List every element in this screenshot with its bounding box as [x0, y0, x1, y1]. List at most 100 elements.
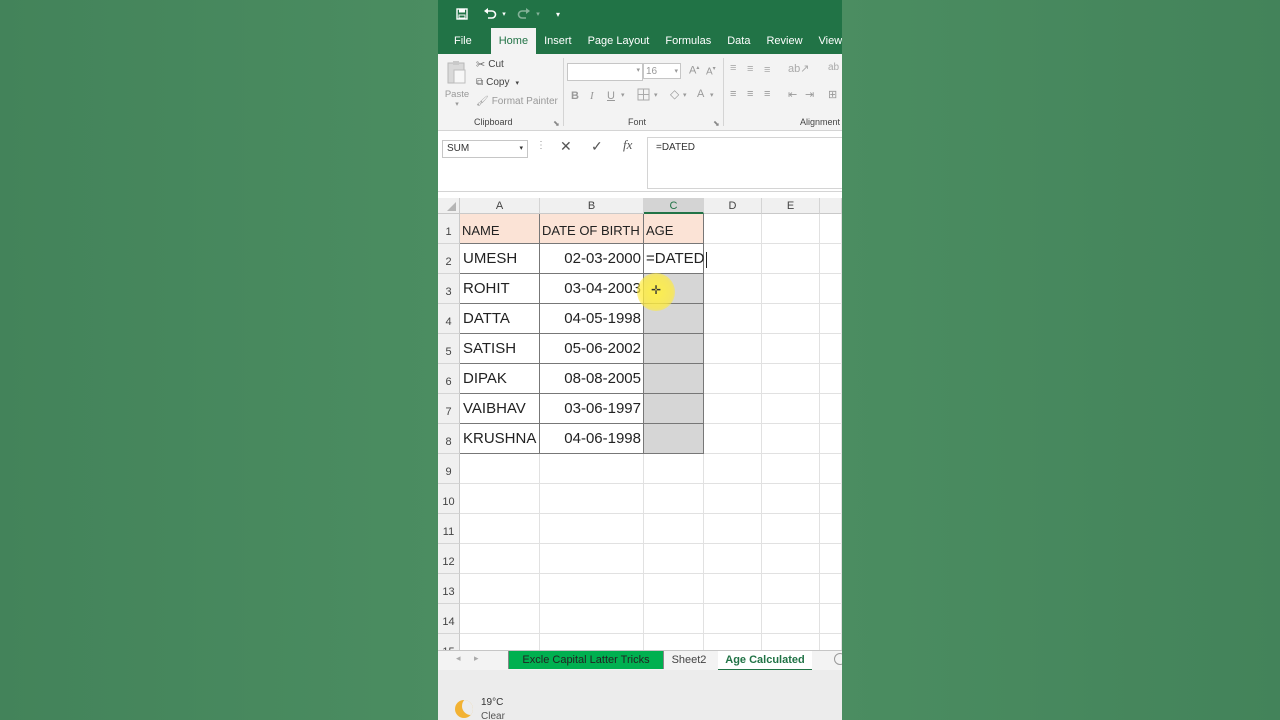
cell-e15[interactable] [762, 634, 820, 650]
confirm-entry-icon[interactable]: ✓ [591, 138, 603, 155]
cell-e6[interactable] [762, 364, 820, 394]
cell-f2[interactable] [820, 244, 842, 274]
cell-a10[interactable] [460, 484, 540, 514]
cell-d14[interactable] [704, 604, 762, 634]
cell-f11[interactable] [820, 514, 842, 544]
align-center-icon[interactable]: ≡ [747, 88, 753, 100]
row-header-9[interactable]: 9 [438, 454, 460, 484]
formula-input[interactable]: =DATED [647, 137, 842, 189]
cell-a6[interactable]: DIPAK [460, 364, 540, 394]
cell-d11[interactable] [704, 514, 762, 544]
cell-f13[interactable] [820, 574, 842, 604]
worksheet-grid[interactable]: A B C D E 1 NAME DATE OF BIRTH AGE 2 UMESH 02-… [438, 198, 842, 650]
font-size-select[interactable]: 16 ▾ [643, 63, 681, 79]
cell-d12[interactable] [704, 544, 762, 574]
orientation-icon[interactable]: ab↗ [788, 62, 809, 75]
column-header-d[interactable]: D [704, 198, 762, 214]
cell-a12[interactable] [460, 544, 540, 574]
sheet-tab-age-calculated[interactable]: Age Calculated [718, 651, 812, 671]
cell-c11[interactable] [644, 514, 704, 544]
cell-d7[interactable] [704, 394, 762, 424]
copy-button[interactable]: ⧉ Copy ▾ [476, 77, 519, 88]
cell-a5[interactable]: SATISH [460, 334, 540, 364]
cell-e9[interactable] [762, 454, 820, 484]
column-header-b[interactable]: B [540, 198, 644, 214]
sheet-tab-excle-capital-latter-tricks[interactable]: Excle Capital Latter Tricks [508, 651, 664, 669]
cell-d15[interactable] [704, 634, 762, 650]
tab-home[interactable]: Home [490, 28, 537, 54]
row-header-4[interactable]: 4 [438, 304, 460, 334]
cell-c8[interactable] [644, 424, 704, 454]
cell-e5[interactable] [762, 334, 820, 364]
row-header-8[interactable]: 8 [438, 424, 460, 454]
borders-dropdown-icon[interactable]: ▾ [654, 91, 658, 99]
increase-font-icon[interactable]: A▴ [689, 64, 699, 77]
cell-c5[interactable] [644, 334, 704, 364]
fill-color-dropdown-icon[interactable]: ▾ [683, 91, 687, 99]
tab-data[interactable]: Data [719, 28, 758, 54]
font-name-select[interactable]: ▾ [567, 63, 643, 81]
cell-e7[interactable] [762, 394, 820, 424]
tab-file[interactable]: File [438, 28, 488, 54]
cell-e13[interactable] [762, 574, 820, 604]
middle-align-icon[interactable]: ≡ [747, 63, 753, 75]
cell-f14[interactable] [820, 604, 842, 634]
row-header-10[interactable]: 10 [438, 484, 460, 514]
cell-a13[interactable] [460, 574, 540, 604]
row-header-5[interactable]: 5 [438, 334, 460, 364]
cell-e2[interactable] [762, 244, 820, 274]
cell-e4[interactable] [762, 304, 820, 334]
decrease-indent-icon[interactable]: ⇤ [788, 88, 797, 101]
cell-f7[interactable] [820, 394, 842, 424]
cell-b13[interactable] [540, 574, 644, 604]
cell-a2[interactable]: UMESH [460, 244, 540, 274]
save-icon[interactable] [452, 4, 472, 24]
cell-b14[interactable] [540, 604, 644, 634]
cell-d9[interactable] [704, 454, 762, 484]
cell-c15[interactable] [644, 634, 704, 650]
undo-icon[interactable] [480, 4, 500, 24]
cell-f1[interactable] [820, 214, 842, 244]
increase-indent-icon[interactable]: ⇥ [805, 88, 814, 101]
cell-e8[interactable] [762, 424, 820, 454]
tab-view[interactable]: View [811, 28, 842, 54]
cell-a4[interactable]: DATTA [460, 304, 540, 334]
decrease-font-icon[interactable]: A▾ [706, 65, 716, 77]
cell-a3[interactable]: ROHIT [460, 274, 540, 304]
cell-f10[interactable] [820, 484, 842, 514]
cell-b5[interactable]: 05-06-2002 [540, 334, 644, 364]
cell-b10[interactable] [540, 484, 644, 514]
name-box-dropdown-icon[interactable]: ▾ [519, 141, 523, 157]
cell-a1[interactable]: NAME [460, 214, 540, 244]
cell-b6[interactable]: 08-08-2005 [540, 364, 644, 394]
cell-a8[interactable]: KRUSHNA [460, 424, 540, 454]
tab-page-layout[interactable]: Page Layout [580, 28, 658, 54]
cancel-entry-icon[interactable]: ✕ [560, 138, 572, 155]
column-header-f[interactable] [820, 198, 842, 214]
scroll-prev-sheet-icon[interactable]: ◂ [456, 653, 461, 664]
column-header-c[interactable]: C [644, 198, 704, 214]
font-launcher-icon[interactable]: ⬊ [713, 119, 720, 128]
cell-f6[interactable] [820, 364, 842, 394]
row-header-3[interactable]: 3 [438, 274, 460, 304]
font-color-icon[interactable]: A [697, 88, 704, 100]
cell-c2[interactable]: =DATED [644, 244, 704, 274]
scroll-next-sheet-icon[interactable]: ▸ [474, 653, 479, 664]
cell-a11[interactable] [460, 514, 540, 544]
row-header-1[interactable]: 1 [438, 214, 460, 244]
select-all-corner[interactable] [438, 198, 460, 214]
cell-e1[interactable] [762, 214, 820, 244]
cell-d3[interactable] [704, 274, 762, 304]
cell-e3[interactable] [762, 274, 820, 304]
cell-f9[interactable] [820, 454, 842, 484]
underline-button[interactable]: U [607, 90, 615, 102]
cell-b1[interactable]: DATE OF BIRTH [540, 214, 644, 244]
column-header-a[interactable]: A [460, 198, 540, 214]
undo-dropdown-icon[interactable]: ▾ [500, 4, 508, 24]
fill-color-icon[interactable]: ◇ [670, 87, 679, 101]
italic-button[interactable]: I [590, 90, 594, 102]
bottom-align-icon[interactable]: ≡ [764, 64, 770, 76]
cell-d2[interactable] [704, 244, 762, 274]
insert-function-icon[interactable]: fx [623, 137, 632, 153]
paste-button[interactable]: Paste ▾ [444, 60, 470, 108]
